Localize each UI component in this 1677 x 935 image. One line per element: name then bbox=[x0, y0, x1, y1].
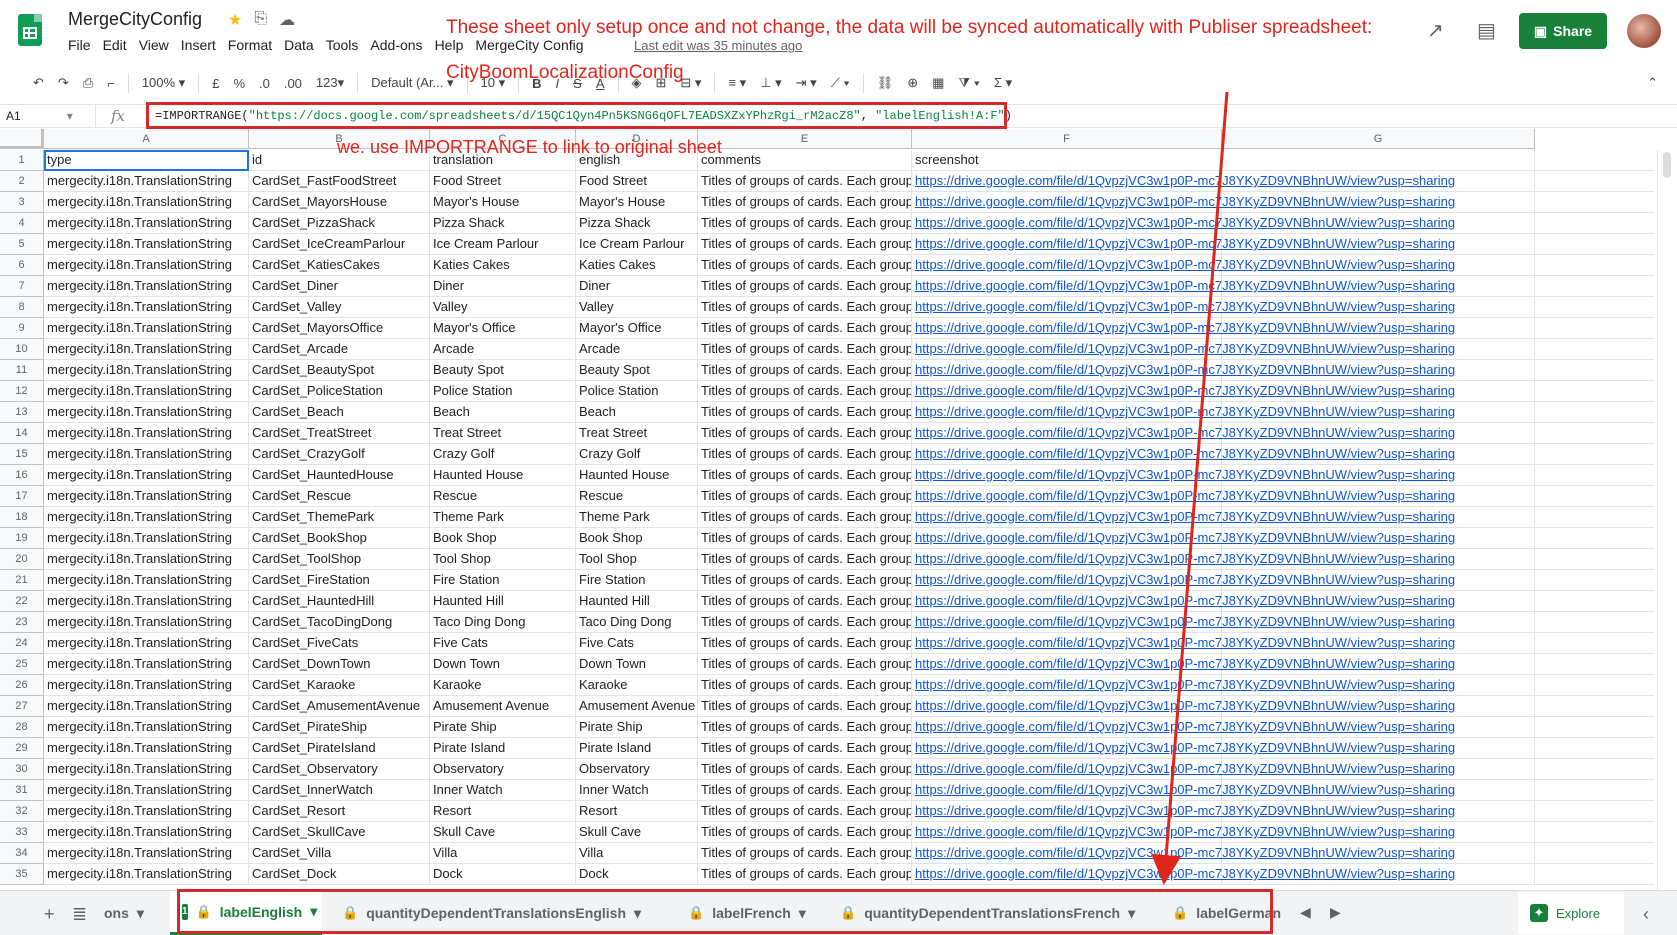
annotation-arrow bbox=[1151, 91, 1229, 885]
